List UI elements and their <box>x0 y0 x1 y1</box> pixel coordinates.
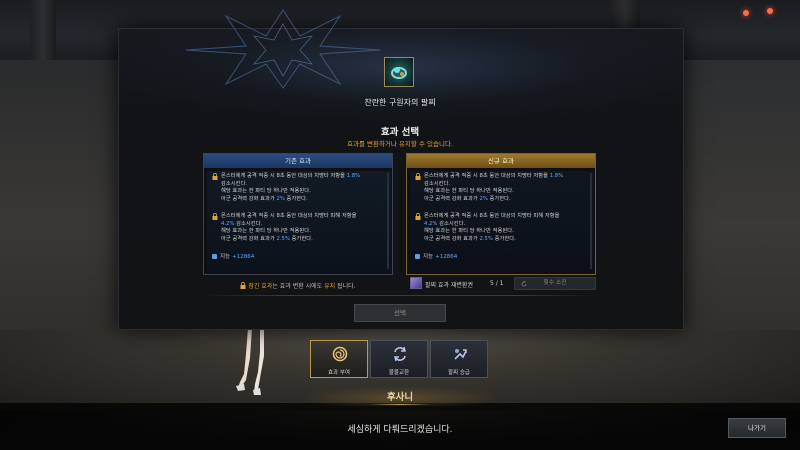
tool-label: 효과 부여 <box>328 370 350 376</box>
npc-dialog-text: 세심하게 다뤄드리겠습니다. <box>347 425 453 435</box>
upgrade-icon <box>454 349 467 360</box>
effect-line: 아군 공격력 강화 효과가 2% 증가한다. <box>221 195 308 202</box>
effect-line: 몬스터에게 공격 적중 시 8초 동안 대상의 치명타 피해 저항을 <box>221 213 357 219</box>
reroll-button[interactable]: 횟수 소진 <box>514 277 596 290</box>
reroll-ticket-count: 5 / 1 <box>490 280 504 287</box>
tool-exchange[interactable]: 물물교환 <box>370 340 428 378</box>
effect-entry[interactable]: 몬스터에게 공격 적중 시 8초 동안 대상의 치명타 피해 저항을 4.2% … <box>212 213 388 243</box>
dialog-subtitle: 효과를 변환하거나 유지할 수 있습니다. <box>346 140 453 148</box>
effect-line: 해당 효과는 한 파티 당 하나만 적용된다. <box>221 188 311 195</box>
effect-line: 해당 효과는 한 파티 당 하나만 적용된다. <box>424 188 514 195</box>
stat-gem-icon <box>415 254 420 259</box>
current-effects-header: 기존 효과 <box>204 154 392 168</box>
tool-upgrade[interactable]: 팔찌 승급 <box>430 340 488 378</box>
effect-entry[interactable]: 몬스터에게 공격 적중 시 8초 동안 대상의 치명타 저항을 1.8% 감소시… <box>212 173 388 203</box>
current-effects-body[interactable]: 몬스터에게 공격 적중 시 8초 동안 대상의 치명타 저항을 1.8% 감소시… <box>207 171 391 272</box>
scrollbar[interactable] <box>590 173 592 269</box>
background-pillar <box>30 0 56 60</box>
swirl-icon <box>332 346 348 362</box>
stat-row: 지능 +12864 <box>415 252 457 260</box>
effect-entry[interactable]: 몬스터에게 공격 적중 시 8초 동안 대상의 치명타 피해 저항을 4.2% … <box>415 213 591 243</box>
scrollbar[interactable] <box>387 173 389 269</box>
effect-line: 아군 공격력 강화 효과가 2.5% 증가한다. <box>221 235 313 242</box>
effect-line: 몬스터에게 공격 적중 시 8초 동안 대상의 치명타 피해 저항을 <box>424 213 560 219</box>
item-name: 찬란한 구원자의 팔찌 <box>364 98 436 107</box>
dialog-title: 효과 선택 <box>380 127 420 138</box>
tool-label: 물물교환 <box>388 370 410 376</box>
exchange-icon <box>394 346 406 362</box>
reroll-ticket-label: 팔찌 효과 재변환권 <box>425 282 473 289</box>
divider <box>203 295 597 296</box>
locked-effect-note: 잠긴 효과는 효과 변환 시에도 유지 됩니다. <box>203 281 393 290</box>
header-ornament <box>185 9 381 89</box>
character-legs <box>236 328 264 395</box>
effect-entry[interactable]: 몬스터에게 공격 적중 시 8초 동안 대상의 치명타 저항을 1.8% 감소시… <box>415 173 591 203</box>
lock-icon <box>212 213 218 220</box>
new-effects-body[interactable]: 몬스터에게 공격 적중 시 8초 동안 대상의 치명타 저항을 1.8% 감소시… <box>410 171 594 272</box>
exit-button[interactable]: 나가기 <box>728 418 786 438</box>
tool-label: 팔찌 승급 <box>448 370 470 376</box>
lock-icon <box>415 173 421 180</box>
effect-line: 몬스터에게 공격 적중 시 8초 동안 대상의 치명타 저항을 1.8% <box>221 173 361 179</box>
effect-line: 감소시킨다. <box>424 180 451 187</box>
effect-line: 해당 효과는 한 파티 당 하나만 적용된다. <box>424 228 514 235</box>
reroll-ticket-icon <box>410 277 422 289</box>
tool-effect-grant[interactable]: 효과 부여 <box>310 340 368 378</box>
select-button[interactable]: 선택 <box>354 304 446 322</box>
effect-line: 몬스터에게 공격 적중 시 8초 동안 대상의 치명타 저항을 1.8% <box>424 173 564 179</box>
effect-line: 해당 효과는 한 파티 당 하나만 적용된다. <box>221 228 311 235</box>
effect-line: 4.2% 감소시킨다. <box>221 220 263 227</box>
lock-icon <box>415 213 421 220</box>
stat-gem-icon <box>212 254 217 259</box>
new-effects-header: 신규 효과 <box>407 154 595 168</box>
new-effects-panel: 신규 효과 몬스터에게 공격 적중 시 8초 동안 대상의 치명타 저항을 1.… <box>406 153 596 275</box>
reroll-cost-row: 팔찌 효과 재변환권 5 / 1 횟수 소진 <box>410 277 596 291</box>
effect-line: 4.2% 감소시킨다. <box>424 220 466 227</box>
current-effects-panel: 기존 효과 몬스터에게 공격 적중 시 8초 동안 대상의 치명타 저항을 1.… <box>203 153 393 275</box>
effect-line: 감소시킨다. <box>221 180 248 187</box>
effect-line: 아군 공격력 강화 효과가 2.5% 증가한다. <box>424 235 516 242</box>
lock-icon <box>212 173 218 180</box>
stat-row: 지능 +12864 <box>212 252 254 260</box>
lamp-light <box>767 8 773 14</box>
bracelet-icon <box>391 67 407 79</box>
refresh-icon <box>521 281 527 287</box>
npc-name: 후사니 <box>386 392 414 403</box>
effect-line: 아군 공격력 강화 효과가 2% 증가한다. <box>424 195 511 202</box>
lamp-light <box>743 10 749 16</box>
npc-name-underline <box>370 404 430 405</box>
bracelet-item-slot <box>384 57 414 87</box>
